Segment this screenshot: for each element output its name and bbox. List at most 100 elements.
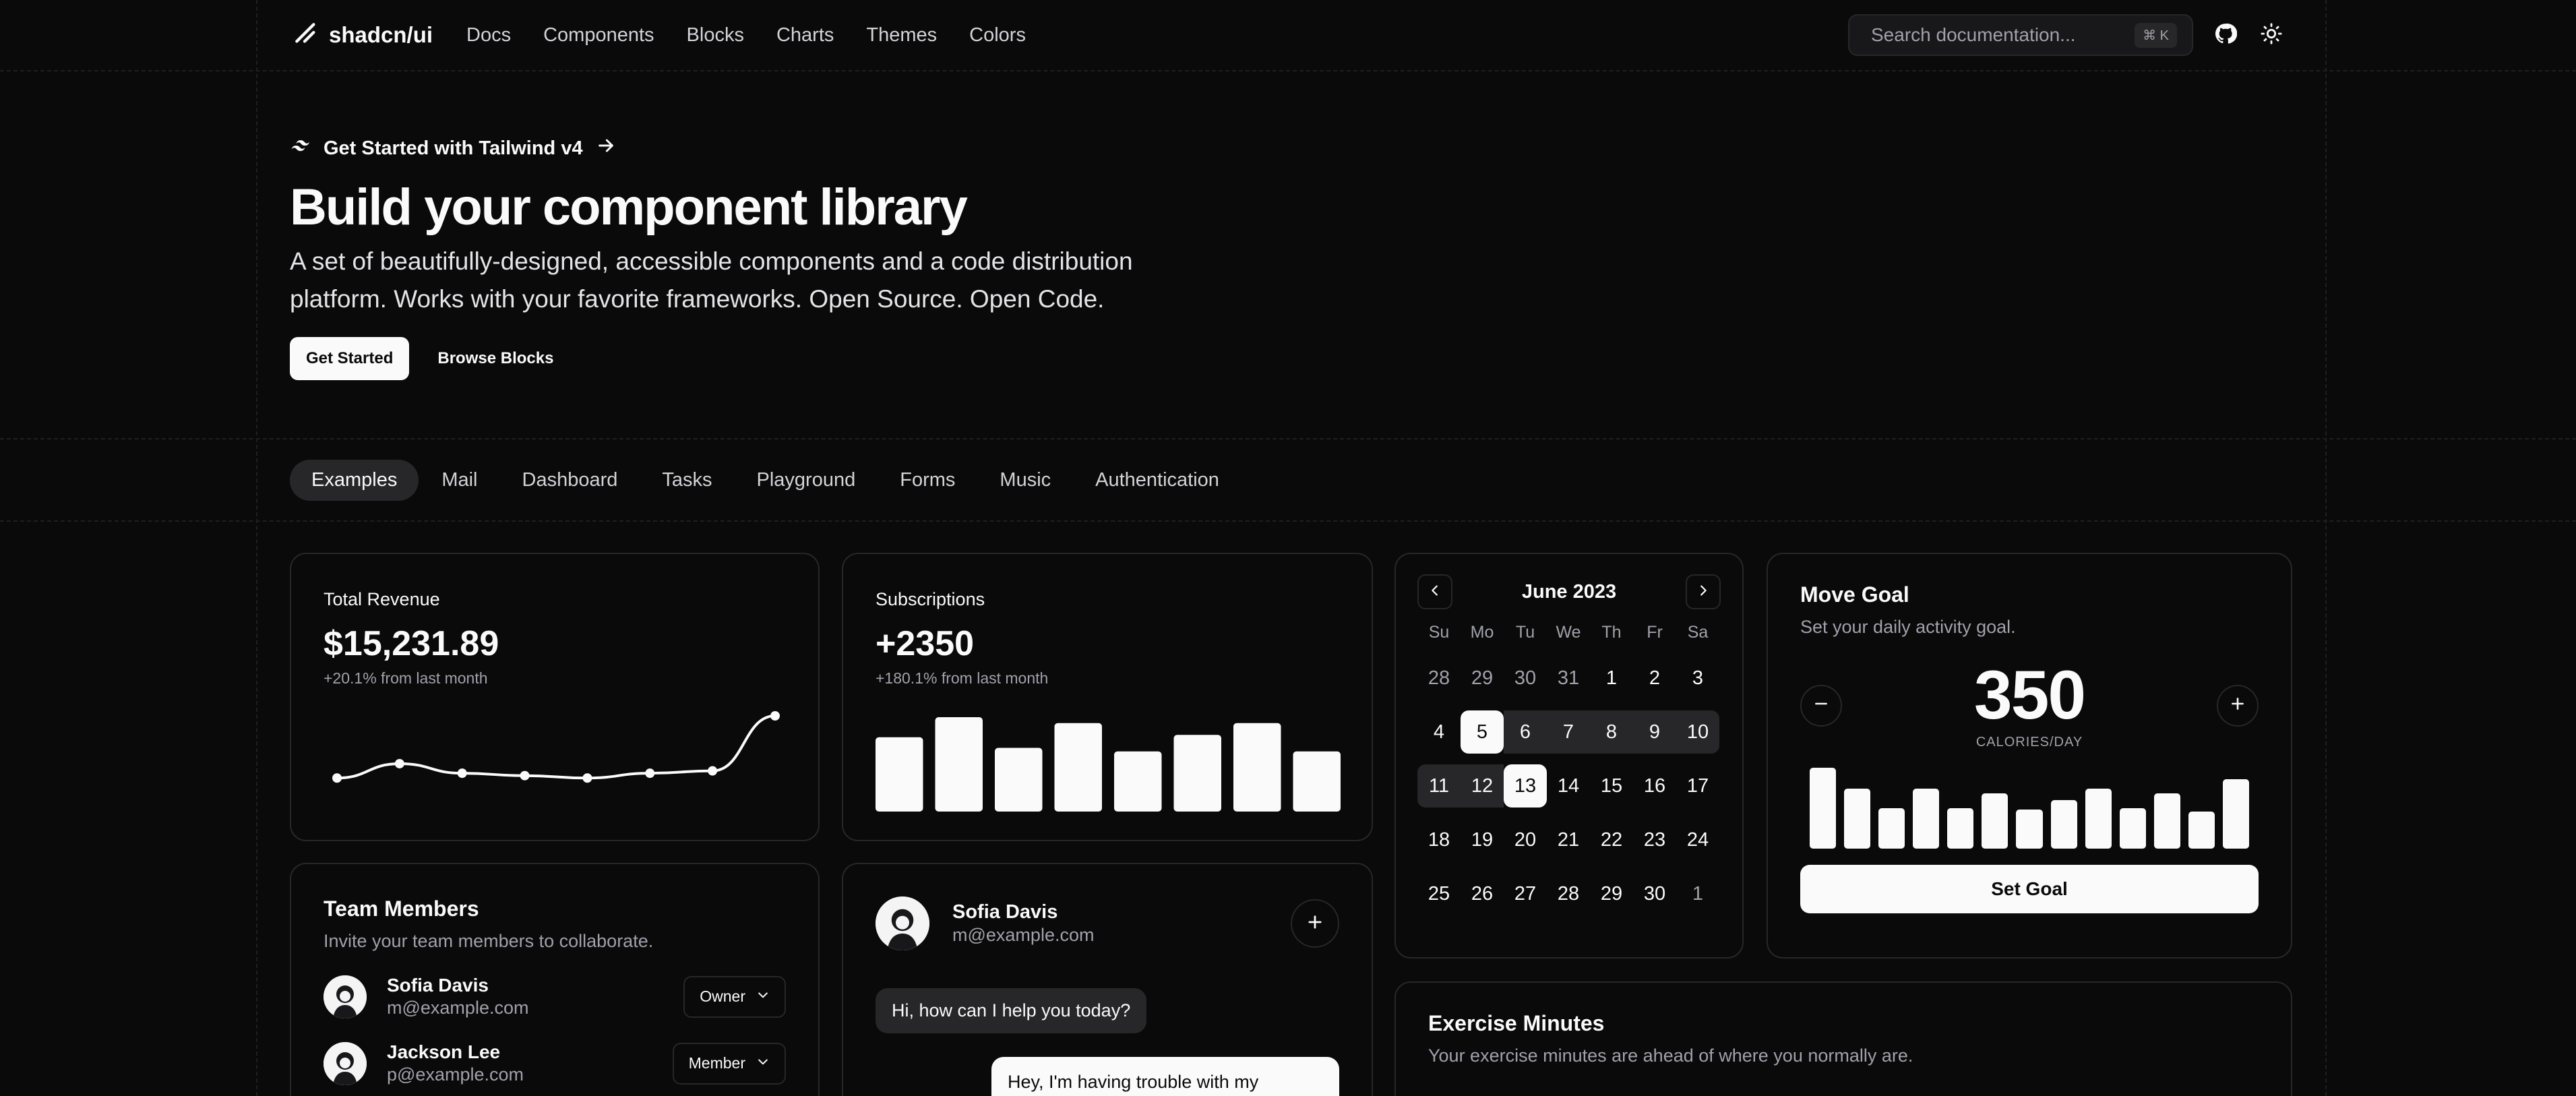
calendar-day[interactable]: 4 (1417, 710, 1461, 754)
calendar-day[interactable]: 31 (1547, 657, 1590, 700)
nav-components[interactable]: Components (543, 24, 654, 47)
nav-blocks[interactable]: Blocks (687, 24, 744, 47)
calendar-day[interactable]: 2 (1633, 657, 1676, 700)
chat-card: Sofia Davis m@example.com Hi, how can I … (842, 863, 1373, 1096)
avatar (876, 896, 929, 950)
hero-buttons: Get Started Browse Blocks (290, 336, 1233, 380)
calendar-weekday: Mo (1470, 623, 1494, 642)
subscriptions-change: +180.1% from last month (876, 669, 1049, 687)
nav-colors[interactable]: Colors (969, 24, 1026, 47)
nav-themes[interactable]: Themes (866, 24, 937, 47)
goal-stepper: 350 CALORIES/DAY (1800, 661, 2259, 750)
announcement-link[interactable]: Get Started with Tailwind v4 (290, 135, 1233, 162)
exercise-minutes-card: Exercise Minutes Your exercise minutes a… (1394, 981, 2292, 1096)
increase-goal-button[interactable] (2217, 684, 2259, 727)
calendar-day[interactable]: 20 (1504, 818, 1547, 861)
calendar-day[interactable]: 28 (1547, 872, 1590, 915)
calendar-day[interactable]: 12 (1461, 764, 1504, 808)
calendar-prev-button[interactable] (1417, 574, 1452, 609)
goal-bar (2188, 811, 2215, 849)
get-started-button[interactable]: Get Started (290, 336, 410, 380)
subscriptions-label: Subscriptions (876, 589, 985, 609)
role-value: Owner (700, 987, 745, 1005)
chat-header: Sofia Davis m@example.com (876, 896, 1339, 950)
revenue-point (332, 773, 342, 783)
calendar-day[interactable]: 22 (1590, 818, 1633, 861)
revenue-line-chart (332, 711, 780, 783)
goal-bar (2153, 793, 2180, 849)
calendar-day[interactable]: 10 (1676, 710, 1719, 754)
calendar-day[interactable]: 9 (1633, 710, 1676, 754)
calendar-day[interactable]: 16 (1633, 764, 1676, 808)
calendar-weekday: Th (1601, 623, 1622, 642)
calendar-next-button[interactable] (1685, 574, 1721, 609)
role-select[interactable]: Member (672, 1042, 786, 1085)
tab-music[interactable]: Music (978, 460, 1072, 501)
tab-playground[interactable]: Playground (735, 460, 878, 501)
browse-blocks-button[interactable]: Browse Blocks (423, 337, 568, 380)
calendar-day[interactable]: 30 (1504, 657, 1547, 700)
calendar-grid: Su Mo Tu We Th Fr Sa 28 29 30 31 1 2 3 4 5 6 7 8 9 10 11 12 13 1… (1417, 619, 1721, 915)
decrease-goal-button[interactable] (1800, 684, 1842, 727)
theme-toggle-button[interactable] (2258, 22, 2285, 49)
new-message-button[interactable] (1291, 899, 1339, 948)
chevron-down-icon (756, 1054, 770, 1072)
calendar-day[interactable]: 28 (1417, 657, 1461, 700)
calendar-day[interactable]: 27 (1504, 872, 1547, 915)
tab-mail[interactable]: Mail (420, 460, 499, 501)
calendar-day[interactable]: 5 (1461, 710, 1504, 754)
calendar-day[interactable]: 17 (1676, 764, 1719, 808)
calendar-day[interactable]: 18 (1417, 818, 1461, 861)
tailwind-icon (290, 135, 311, 162)
tab-authentication[interactable]: Authentication (1074, 460, 1241, 501)
calendar-day[interactable]: 30 (1633, 872, 1676, 915)
calendar-day[interactable]: 29 (1461, 657, 1504, 700)
calendar-day[interactable]: 3 (1676, 657, 1719, 700)
total-revenue-card: Total Revenue $15,231.89 +20.1% from las… (290, 553, 820, 841)
member-email: p@example.com (387, 1064, 524, 1085)
revenue-change: +20.1% from last month (324, 669, 488, 687)
set-goal-button[interactable]: Set Goal (1800, 865, 2259, 913)
team-member-row: Sofia Davis m@example.com Owner (324, 975, 786, 1018)
calendar-weekday: Tu (1515, 623, 1535, 642)
calendar-day[interactable]: 29 (1590, 872, 1633, 915)
search-input[interactable]: Search documentation... ⌘ K (1848, 14, 2193, 56)
calendar-day[interactable]: 21 (1547, 818, 1590, 861)
exercise-title: Exercise Minutes (1428, 1011, 1605, 1035)
hero-section: Get Started with Tailwind v4 Build your … (290, 135, 1233, 380)
goal-bar (1913, 789, 1940, 849)
calendar-day[interactable]: 6 (1504, 710, 1547, 754)
calendar-day[interactable]: 24 (1676, 818, 1719, 861)
nav-charts[interactable]: Charts (776, 24, 834, 47)
brand-logo[interactable]: shadcn/ui (291, 19, 433, 51)
revenue-point (457, 768, 467, 779)
nav-docs[interactable]: Docs (466, 24, 511, 47)
calendar-day[interactable]: 11 (1417, 764, 1461, 808)
guide-left (256, 0, 257, 1096)
tab-examples[interactable]: Examples (290, 460, 419, 501)
calendar-day[interactable]: 19 (1461, 818, 1504, 861)
calendar-day[interactable]: 25 (1417, 872, 1461, 915)
role-select[interactable]: Owner (683, 975, 786, 1018)
goal-bar (1844, 789, 1871, 849)
calendar-day[interactable]: 1 (1590, 657, 1633, 700)
calendar-day[interactable]: 8 (1590, 710, 1633, 754)
tab-dashboard[interactable]: Dashboard (501, 460, 640, 501)
team-title: Team Members (324, 896, 479, 921)
calendar-day[interactable]: 26 (1461, 872, 1504, 915)
goal-bar-chart (1800, 768, 2259, 849)
calendar-day[interactable]: 23 (1633, 818, 1676, 861)
revenue-point (645, 768, 655, 779)
github-button[interactable] (2212, 22, 2239, 49)
calendar-card: June 2023 Su Mo Tu We Th Fr Sa 28 29 30 31 1 2 3 4 5 6 7 8… (1394, 553, 1744, 958)
calendar-day[interactable]: 7 (1547, 710, 1590, 754)
calendar-day[interactable]: 13 (1504, 764, 1547, 808)
calendar-day[interactable]: 15 (1590, 764, 1633, 808)
minus-icon (1812, 695, 1830, 716)
member-name: Jackson Lee (387, 1041, 501, 1062)
calendar-day[interactable]: 1 (1676, 872, 1719, 915)
calendar-day[interactable]: 14 (1547, 764, 1590, 808)
goal-bar (1982, 793, 2008, 849)
tab-forms[interactable]: Forms (878, 460, 977, 501)
tab-tasks[interactable]: Tasks (640, 460, 733, 501)
